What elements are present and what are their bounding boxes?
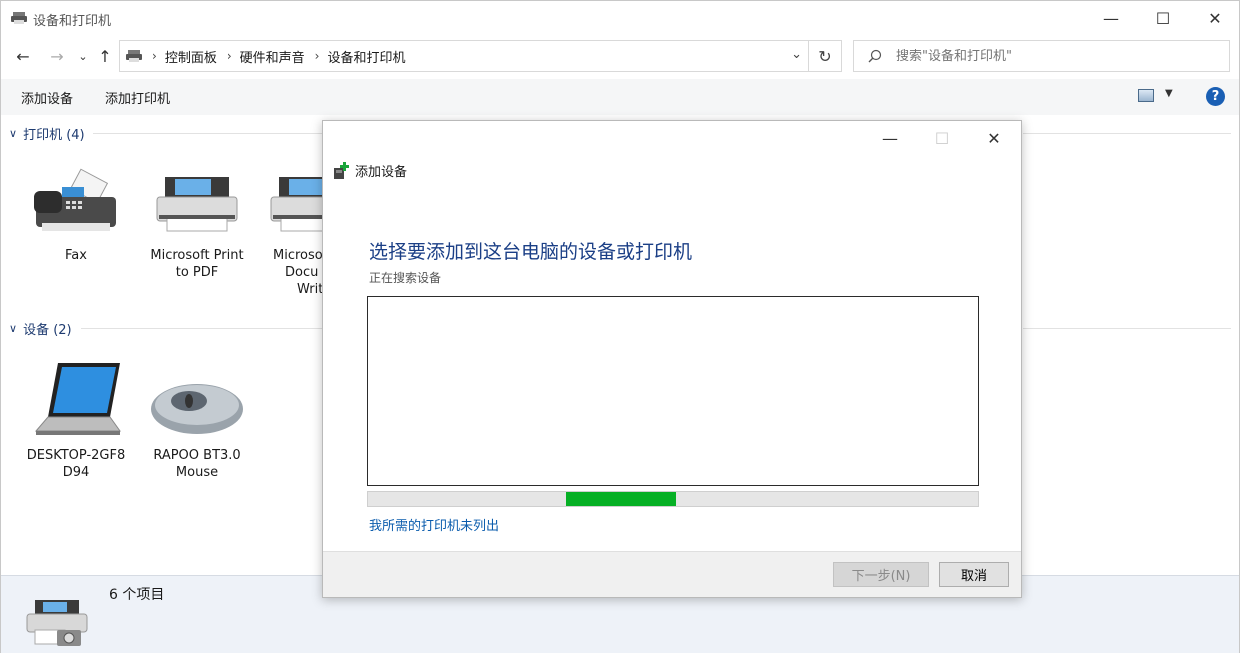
printers-group-label: 打印机 (4) bbox=[23, 127, 85, 143]
mouse-icon bbox=[151, 384, 243, 434]
devices-printers-icon bbox=[11, 12, 27, 24]
close-button[interactable]: ✕ bbox=[1189, 1, 1240, 35]
fax-icon bbox=[34, 168, 116, 231]
control-panel-icon bbox=[126, 50, 142, 62]
breadcrumb-separator-icon: › bbox=[226, 49, 232, 63]
dialog-minimize-button[interactable]: — bbox=[865, 123, 915, 153]
help-button[interactable]: ? bbox=[1206, 87, 1225, 106]
search-box[interactable] bbox=[853, 40, 1230, 72]
maximize-button[interactable]: ☐ bbox=[1137, 1, 1189, 35]
item-count: 6 个项目 bbox=[109, 587, 165, 603]
forward-arrow-icon: → bbox=[50, 46, 64, 66]
group-divider bbox=[1023, 133, 1231, 134]
add-device-icon bbox=[334, 161, 349, 179]
up-button[interactable]: ↑ bbox=[95, 46, 115, 66]
add-device-dialog: — ☐ ✕ 添加设备 选择要添加到这台电脑的设备或打印机 正在搜索设备 我所需的… bbox=[322, 120, 1022, 598]
address-bar[interactable]: › 控制面板 › 硬件和声音 › 设备和打印机 ⌄ bbox=[119, 40, 809, 72]
forward-button[interactable]: → bbox=[47, 46, 67, 66]
view-options-dropdown-icon[interactable]: ▼ bbox=[1165, 88, 1173, 99]
printer-icon bbox=[156, 177, 238, 232]
search-input[interactable] bbox=[896, 48, 1216, 64]
back-arrow-icon: ← bbox=[16, 46, 30, 66]
devices-group-header[interactable]: ∨ 设备 (2) bbox=[9, 318, 72, 338]
device-item-microsoft-document-writer[interactable]: Microso Docu Writ bbox=[259, 167, 323, 298]
chevron-down-icon: ∨ bbox=[9, 126, 18, 140]
device-item-microsoft-print-to-pdf[interactable]: Microsoft Print to PDF bbox=[137, 167, 257, 281]
device-list[interactable] bbox=[367, 296, 979, 486]
chevron-down-icon: ⌄ bbox=[78, 49, 88, 63]
device-label: DESKTOP-2GF8 D94 bbox=[26, 448, 126, 480]
search-status: 正在搜索设备 bbox=[369, 271, 442, 285]
command-bar: 添加设备 添加打印机 ▼ bbox=[1, 79, 1239, 115]
progress-fill bbox=[566, 492, 676, 506]
change-view-icon[interactable] bbox=[1138, 89, 1154, 102]
refresh-button[interactable]: ↻ bbox=[809, 40, 842, 72]
minimize-icon: — bbox=[1103, 8, 1119, 28]
dialog-heading: 选择要添加到这台电脑的设备或打印机 bbox=[369, 241, 693, 263]
back-button[interactable]: ← bbox=[13, 46, 33, 66]
maximize-icon: ☐ bbox=[1155, 8, 1171, 28]
address-dropdown-icon[interactable]: ⌄ bbox=[791, 47, 802, 62]
breadcrumb-devices-printers[interactable]: 设备和打印机 bbox=[327, 47, 405, 66]
minimize-icon: — bbox=[882, 128, 898, 148]
device-item-desktop[interactable]: DESKTOP-2GF8 D94 bbox=[16, 359, 136, 481]
device-label: Microso Docu Writ bbox=[273, 248, 323, 297]
minimize-button[interactable]: — bbox=[1085, 1, 1137, 35]
devices-printers-icon bbox=[26, 600, 88, 646]
close-icon: ✕ bbox=[987, 128, 1001, 148]
search-icon bbox=[868, 49, 882, 63]
printer-icon bbox=[270, 177, 323, 232]
dialog-maximize-button[interactable]: ☐ bbox=[917, 123, 967, 153]
dialog-title-label: 添加设备 bbox=[355, 165, 408, 180]
printers-group-header[interactable]: ∨ 打印机 (4) bbox=[9, 123, 85, 143]
recent-locations-button[interactable]: ⌄ bbox=[73, 46, 93, 66]
add-printer-button[interactable]: 添加打印机 bbox=[105, 88, 170, 107]
device-label: RAPOO BT3.0 Mouse bbox=[153, 448, 241, 480]
device-item-rapoo-mouse[interactable]: RAPOO BT3.0 Mouse bbox=[137, 359, 257, 481]
breadcrumb-hardware-sound[interactable]: 硬件和声音 bbox=[240, 47, 305, 66]
devices-group-label: 设备 (2) bbox=[23, 322, 72, 338]
refresh-icon: ↻ bbox=[818, 46, 832, 66]
dialog-title: 添加设备 bbox=[333, 161, 407, 180]
device-item-fax[interactable]: Fax bbox=[16, 167, 136, 264]
cancel-button[interactable]: 取消 bbox=[939, 562, 1009, 587]
chevron-down-icon: ∨ bbox=[9, 321, 18, 335]
laptop-icon bbox=[34, 363, 121, 435]
breadcrumb-control-panel[interactable]: 控制面板 bbox=[165, 47, 217, 66]
address-row: ← → ⌄ ↑ › 控制面板 › 硬件和声音 › 设备和打印机 ⌄ ↻ bbox=[1, 38, 1239, 74]
maximize-icon: ☐ bbox=[934, 128, 950, 148]
group-divider bbox=[93, 133, 323, 134]
window-title: 设备和打印机 bbox=[33, 14, 112, 29]
next-button[interactable]: 下一步(N) bbox=[833, 562, 929, 587]
add-device-button[interactable]: 添加设备 bbox=[21, 88, 73, 107]
dialog-close-button[interactable]: ✕ bbox=[969, 123, 1019, 153]
device-label: Microsoft Print to PDF bbox=[150, 248, 244, 280]
group-divider bbox=[1023, 328, 1231, 329]
printer-not-listed-link[interactable]: 我所需的打印机未列出 bbox=[369, 515, 499, 534]
help-icon: ? bbox=[1211, 89, 1220, 104]
device-label: Fax bbox=[65, 248, 87, 263]
breadcrumb-separator-icon: › bbox=[314, 49, 320, 63]
close-icon: ✕ bbox=[1208, 8, 1222, 28]
title-bar: 设备和打印机 — ☐ ✕ bbox=[1, 1, 1239, 35]
search-progress-bar bbox=[367, 491, 979, 507]
up-arrow-icon: ↑ bbox=[98, 46, 112, 66]
breadcrumb-separator-icon: › bbox=[152, 49, 157, 63]
dialog-footer: 下一步(N) 取消 bbox=[323, 551, 1021, 597]
group-divider bbox=[81, 328, 323, 329]
